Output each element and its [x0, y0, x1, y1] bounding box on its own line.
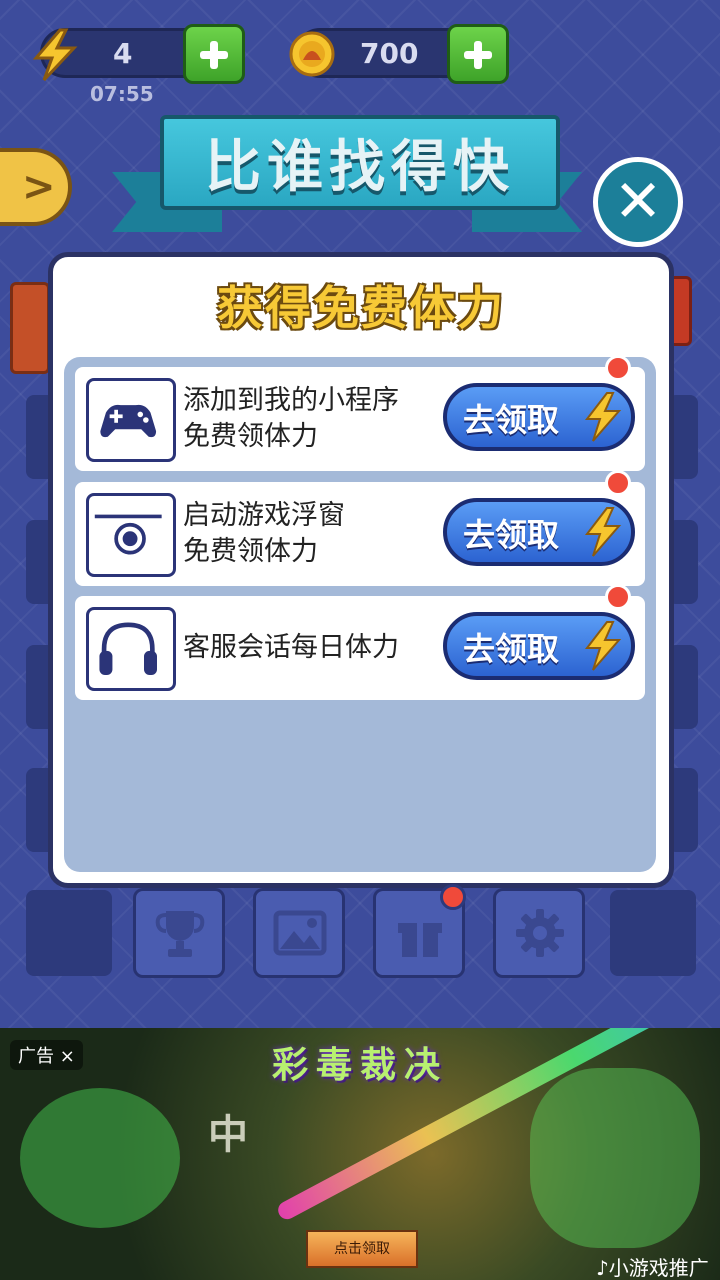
- energy-value: 4: [113, 37, 133, 70]
- list-item: 客服会话每日体力 去领取: [75, 584, 645, 700]
- ad-cta-button[interactable]: 点击领取: [306, 1230, 418, 1268]
- energy-timer: 07:55: [90, 82, 154, 106]
- lightning-icon: [584, 507, 622, 557]
- grid-tile: [610, 890, 696, 976]
- add-coins-button[interactable]: [447, 24, 509, 84]
- floating-window-icon: [86, 493, 176, 577]
- lightning-icon: [584, 621, 622, 671]
- ad-source-label: ♪小游戏推广: [596, 1256, 709, 1280]
- dialog-title: 获得免费体力: [217, 281, 505, 335]
- trophy-icon: [155, 911, 205, 957]
- list-item: 添加到我的小程序 免费领体力 去领取: [75, 355, 645, 471]
- close-icon: ✕: [613, 167, 663, 235]
- settings-button[interactable]: [493, 888, 585, 978]
- claim-button[interactable]: 去领取: [443, 498, 635, 566]
- image-icon: [273, 910, 327, 956]
- notification-dot: [605, 470, 631, 496]
- gift-icon: [398, 923, 442, 957]
- row-label-line1: 客服会话每日体力: [183, 632, 399, 663]
- gear-icon: [516, 909, 564, 957]
- row-label-line2: 免费领体力: [183, 536, 318, 567]
- ad-close-tag[interactable]: 广告 ×: [10, 1040, 83, 1070]
- lightning-icon: [32, 28, 78, 82]
- gamepad-icon: [86, 378, 176, 462]
- leaderboard-button[interactable]: [133, 888, 225, 978]
- notification-dot: [440, 884, 466, 910]
- notification-dot: [605, 355, 631, 381]
- headset-icon: [86, 607, 176, 691]
- grid-tile: [26, 890, 112, 976]
- row-label-line1: 添加到我的小程序: [183, 385, 399, 416]
- gallery-button[interactable]: [253, 888, 345, 978]
- coin-value: 700: [360, 37, 419, 70]
- row-label-line2: 免费领体力: [183, 421, 318, 452]
- lightning-icon: [584, 392, 622, 442]
- claim-button[interactable]: 去领取: [443, 383, 635, 451]
- ad-banner[interactable]: 彩毒裁决 中 广告 × 点击领取 ♪小游戏推广: [0, 1028, 720, 1280]
- add-energy-button[interactable]: [183, 24, 245, 84]
- claim-button[interactable]: 去领取: [443, 612, 635, 680]
- chevron-right-icon: >: [22, 164, 56, 210]
- row-label-line1: 启动游戏浮窗: [183, 500, 345, 531]
- list-item: 启动游戏浮窗 免费领体力 去领取: [75, 470, 645, 586]
- close-button[interactable]: ✕: [593, 157, 683, 247]
- notification-dot: [605, 584, 631, 610]
- ad-headline: 彩毒裁决: [271, 1044, 448, 1086]
- game-title: 比谁找得快: [205, 135, 515, 200]
- ad-overlay-text: 中: [208, 1112, 248, 1158]
- side-menu-button[interactable]: >: [0, 148, 72, 226]
- coin-icon: [289, 31, 335, 77]
- treasure-chest-icon[interactable]: [10, 282, 50, 374]
